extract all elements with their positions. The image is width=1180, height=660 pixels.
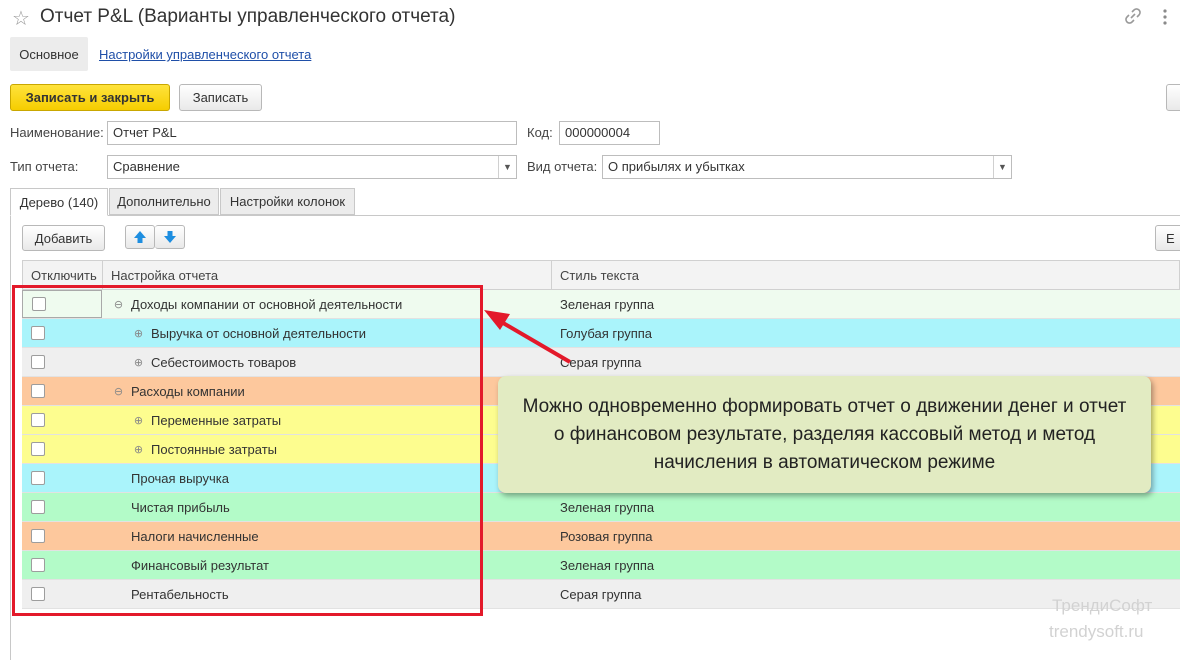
code-label: Код: xyxy=(527,125,553,140)
callout-note: Можно одновременно формировать отчет о д… xyxy=(498,376,1151,493)
text-style-cell: Зеленая группа xyxy=(560,296,655,312)
report-kind-select[interactable]: О прибылях и убытках ▼ xyxy=(602,155,1012,179)
name-field[interactable]: Отчет P&L xyxy=(107,121,517,145)
panel-left-border xyxy=(10,215,11,660)
report-kind-value: О прибылях и убытках xyxy=(608,159,745,174)
column-header-text-style[interactable]: Стиль текста xyxy=(552,261,1180,289)
move-up-button[interactable] xyxy=(125,225,155,249)
watermark-site: trendysoft.ru xyxy=(1049,622,1144,641)
report-type-select[interactable]: Сравнение ▼ xyxy=(107,155,517,179)
window-title: Отчет P&L (Варианты управленческого отче… xyxy=(40,6,456,27)
move-down-button[interactable] xyxy=(155,225,185,249)
code-field[interactable]: 000000004 xyxy=(559,121,660,145)
tab-tree[interactable]: Дерево (140) xyxy=(10,188,108,216)
highlight-frame xyxy=(12,285,483,616)
nav-settings-link[interactable]: Настройки управленческого отчета xyxy=(99,47,311,62)
link-icon[interactable] xyxy=(1124,7,1142,25)
tab-additional[interactable]: Дополнительно xyxy=(109,188,219,215)
save-button[interactable]: Записать xyxy=(179,84,262,111)
report-type-value: Сравнение xyxy=(113,159,180,174)
text-style-cell: Серая группа xyxy=(560,354,642,370)
more-actions-button[interactable] xyxy=(1166,84,1180,111)
more-vertical-icon[interactable] xyxy=(1162,8,1168,26)
watermark-brand: ТрендиСофт xyxy=(1052,596,1153,615)
arrow-down-icon xyxy=(163,231,176,243)
star-icon[interactable]: ☆ xyxy=(12,6,30,31)
text-style-cell: Зеленая группа xyxy=(560,499,655,515)
save-and-close-button[interactable]: Записать и закрыть xyxy=(10,84,170,111)
tab-divider xyxy=(10,215,1180,216)
text-style-cell: Розовая группа xyxy=(560,528,653,544)
report-type-label: Тип отчета: xyxy=(10,159,79,174)
tab-column-settings[interactable]: Настройки колонок xyxy=(220,188,355,215)
pointer-arrow xyxy=(484,310,572,364)
extra-button[interactable]: E xyxy=(1155,225,1180,251)
name-label: Наименование: xyxy=(10,125,104,140)
text-style-cell: Зеленая группа xyxy=(560,557,655,573)
chevron-down-icon[interactable]: ▼ xyxy=(993,156,1011,178)
nav-main[interactable]: Основное xyxy=(10,37,88,71)
arrow-up-icon xyxy=(134,231,146,243)
add-button[interactable]: Добавить xyxy=(22,225,105,251)
report-kind-label: Вид отчета: xyxy=(527,159,598,174)
chevron-down-icon[interactable]: ▼ xyxy=(498,156,516,178)
text-style-cell: Голубая группа xyxy=(560,325,653,341)
